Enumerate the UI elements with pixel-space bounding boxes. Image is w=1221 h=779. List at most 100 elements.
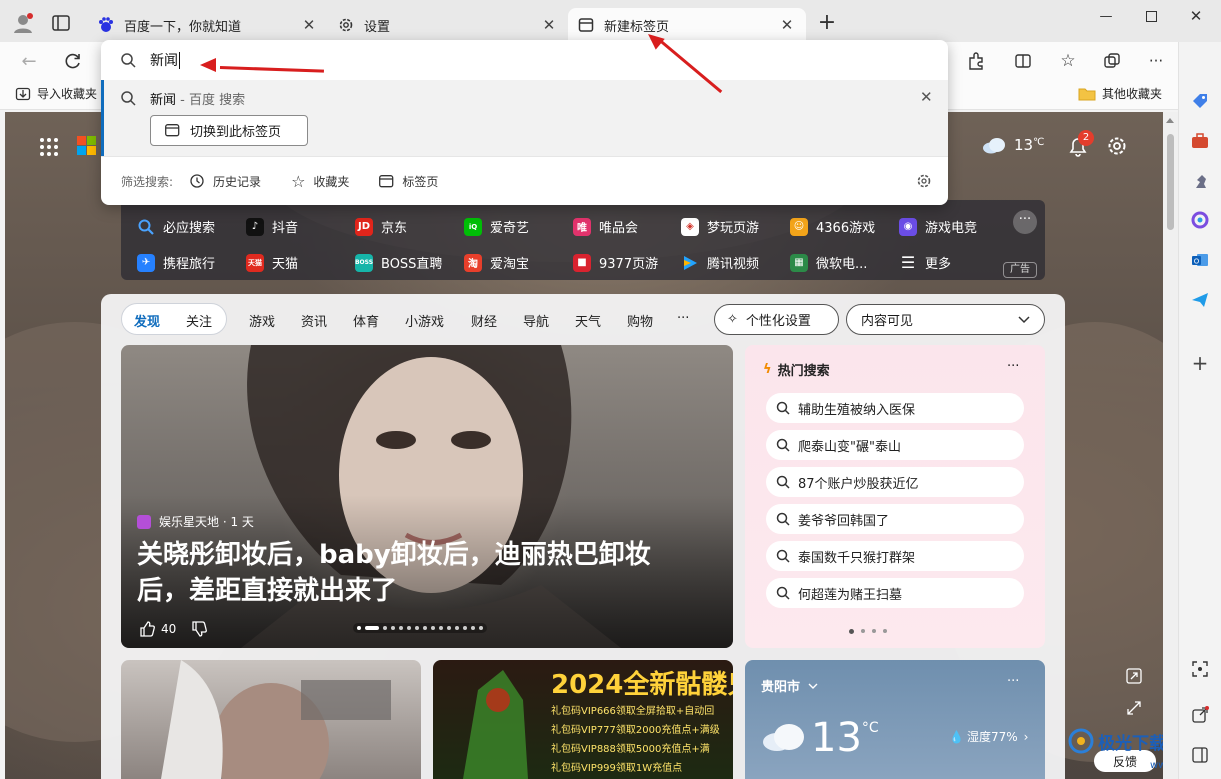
filter-favorites[interactable]: ☆ 收藏夹 — [291, 172, 349, 191]
tab-games[interactable]: 游戏 — [249, 311, 275, 330]
hot-search-more-icon[interactable]: ··· — [1007, 359, 1019, 374]
quick-link-jd[interactable]: JD 京东 — [355, 217, 407, 236]
quick-link-ctrip[interactable]: ✈ 携程旅行 — [137, 253, 215, 272]
humidity-readout[interactable]: 💧 湿度77% › — [949, 728, 1028, 745]
quick-link-4366[interactable]: ☺ 4366游戏 — [790, 217, 875, 236]
quick-link-mengwan[interactable]: ◈ 梦玩页游 — [681, 217, 759, 236]
close-window-icon[interactable]: ✕ — [1176, 6, 1216, 26]
microsoft365-icon[interactable] — [1189, 209, 1211, 231]
scroll-thumb[interactable] — [1167, 134, 1174, 230]
extensions-icon[interactable] — [965, 50, 987, 72]
search-settings-gear-icon[interactable] — [916, 173, 932, 189]
tab-more[interactable]: ··· — [677, 311, 689, 326]
send-icon[interactable] — [1189, 289, 1211, 311]
weather-city[interactable]: 贵阳市 — [761, 676, 818, 695]
tab-navigation[interactable]: 导航 — [523, 311, 549, 330]
import-favorites-link[interactable]: 导入收藏夹 — [15, 85, 97, 102]
personalize-button[interactable]: ✧ 个性化设置 — [714, 304, 839, 335]
tab-mini-games[interactable]: 小游戏 — [405, 311, 444, 330]
tab-discover[interactable]: 发现 — [134, 311, 160, 330]
switch-to-tab-button[interactable]: 切换到此标签页 — [150, 115, 308, 146]
hot-search-pager-dots[interactable] — [849, 629, 887, 634]
tab-news[interactable]: 资讯 — [301, 311, 327, 330]
quick-link-boss[interactable]: BOSS BOSS直聘 — [355, 253, 442, 272]
filter-history[interactable]: 历史记录 — [189, 173, 261, 190]
outlook-icon[interactable]: O — [1189, 249, 1211, 271]
refresh-icon[interactable] — [62, 50, 84, 72]
article-headline[interactable]: 关晓彤卸妆后，baby卸妆后，迪丽热巴卸妆 后，差距直接就出来了 — [137, 537, 717, 609]
back-icon[interactable]: ← — [18, 50, 40, 72]
add-sidebar-app-icon[interactable]: + — [1189, 351, 1211, 375]
scroll-up-arrow-icon[interactable] — [1166, 118, 1174, 123]
page-settings-gear-icon[interactable] — [1106, 135, 1128, 157]
profile-icon[interactable] — [12, 12, 34, 34]
close-tab-icon[interactable]: ✕ — [540, 16, 558, 34]
address-input[interactable]: 新闻 — [150, 50, 178, 70]
chess-icon[interactable] — [1189, 170, 1211, 192]
tab-actions-icon[interactable] — [52, 15, 70, 31]
close-tab-icon[interactable]: ✕ — [300, 16, 318, 34]
quick-link-douyin[interactable]: ♪ 抖音 — [246, 217, 298, 236]
tab-shopping[interactable]: 购物 — [627, 311, 653, 330]
hot-search-item[interactable]: 爬泰山变"碾"泰山 — [766, 430, 1024, 460]
star-icon: ☆ — [291, 171, 306, 191]
tab-new-tab[interactable]: 新建标签页 ✕ — [568, 8, 806, 42]
quick-link-9377[interactable]: ■ 9377页游 — [573, 253, 658, 272]
external-link-icon[interactable] — [1189, 704, 1211, 726]
weather-widget[interactable]: 13 ℃ — [982, 136, 1044, 154]
suggestion-row[interactable]: 新闻 - 百度 搜索 ✕ 切换到此标签页 — [101, 80, 948, 156]
hot-search-item[interactable]: 泰国数千只猴打群架 — [766, 541, 1024, 571]
quick-link-bing[interactable]: 必应搜索 — [137, 217, 215, 236]
hot-search-item[interactable]: 姜爷爷回韩国了 — [766, 504, 1024, 534]
weather-card[interactable]: 贵阳市 ··· 13 °C 💧 湿度77% › — [745, 660, 1045, 779]
collections-icon[interactable] — [1101, 50, 1123, 72]
photo-article-card[interactable] — [121, 660, 421, 779]
expand-icon[interactable] — [1126, 668, 1142, 684]
quick-link-esports[interactable]: ◉ 游戏电竞 — [899, 217, 977, 236]
maximize-icon[interactable] — [1131, 6, 1171, 26]
tab-sports[interactable]: 体育 — [353, 311, 379, 330]
new-tab-plus-icon[interactable]: + — [816, 12, 838, 35]
page-scrollbar[interactable] — [1163, 112, 1178, 779]
tab-weather[interactable]: 天气 — [575, 311, 601, 330]
quick-link-microsoft-games[interactable]: ▦ 微软电... — [790, 253, 867, 272]
screenshot-icon[interactable] — [1189, 658, 1211, 680]
favorites-star-icon[interactable]: ☆ — [1057, 50, 1079, 72]
split-screen-icon[interactable] — [1012, 50, 1034, 72]
dislike-icon[interactable] — [191, 621, 207, 637]
filter-tabs[interactable]: 标签页 — [379, 173, 438, 190]
visibility-select[interactable]: 内容可见 — [846, 304, 1045, 335]
tab-baidu[interactable]: 百度一下，你就知道 ✕ — [88, 8, 328, 42]
hot-search-item[interactable]: 辅助生殖被纳入医保 — [766, 393, 1024, 423]
other-favorites-folder[interactable]: 其他收藏夹 — [1078, 85, 1162, 102]
tab-follow[interactable]: 关注 — [186, 311, 212, 330]
quick-links-more-icon[interactable]: ··· — [1013, 210, 1037, 234]
close-tab-icon[interactable]: ✕ — [778, 16, 796, 34]
carousel-dots[interactable] — [353, 623, 487, 633]
notifications-bell-icon[interactable]: 2 — [1066, 130, 1094, 159]
quick-link-aitaobao[interactable]: 淘爱淘宝 — [464, 253, 529, 272]
quick-link-label: 梦玩页游 — [707, 221, 760, 236]
hot-search-item[interactable]: 何超莲为赌王扫墓 — [766, 578, 1024, 608]
remove-suggestion-icon[interactable]: ✕ — [920, 88, 933, 106]
address-input-row[interactable]: 新闻 — [101, 40, 948, 80]
tag-icon[interactable] — [1189, 90, 1211, 112]
toolbox-icon[interactable] — [1189, 130, 1211, 152]
minimize-icon[interactable]: — — [1086, 6, 1126, 26]
tab-finance[interactable]: 财经 — [471, 311, 497, 330]
apps-grid-icon[interactable] — [39, 137, 59, 157]
weather-card-more-icon[interactable]: ··· — [1007, 674, 1019, 689]
settings-panel-icon[interactable] — [1189, 744, 1211, 766]
like-button[interactable]: 40 — [139, 621, 176, 637]
quick-link-tencent-video[interactable]: 腾讯视频 — [681, 253, 759, 272]
fullscreen-arrows-icon[interactable] — [1126, 700, 1142, 716]
hot-search-item[interactable]: 87个账户炒股获近亿 — [766, 467, 1024, 497]
hero-article[interactable]: 娱乐星天地 · 1 天 关晓彤卸妆后，baby卸妆后，迪丽热巴卸妆 后，差距直接… — [121, 345, 733, 648]
tab-settings[interactable]: 设置 ✕ — [328, 8, 568, 42]
game-ad-card[interactable]: 2024全新骷髅鬼 礼包码VIP666领取全屏拾取+自动回 礼包码VIP777领… — [433, 660, 733, 779]
quick-link-vip[interactable]: 唯唯品会 — [573, 217, 638, 236]
quick-link-more[interactable]: ☰ 更多 — [899, 253, 951, 272]
quick-link-iqiyi[interactable]: iQ 爱奇艺 — [464, 217, 529, 236]
quick-link-tmall[interactable]: 天猫 天猫 — [246, 253, 298, 272]
more-menu-icon[interactable]: ··· — [1145, 50, 1167, 72]
